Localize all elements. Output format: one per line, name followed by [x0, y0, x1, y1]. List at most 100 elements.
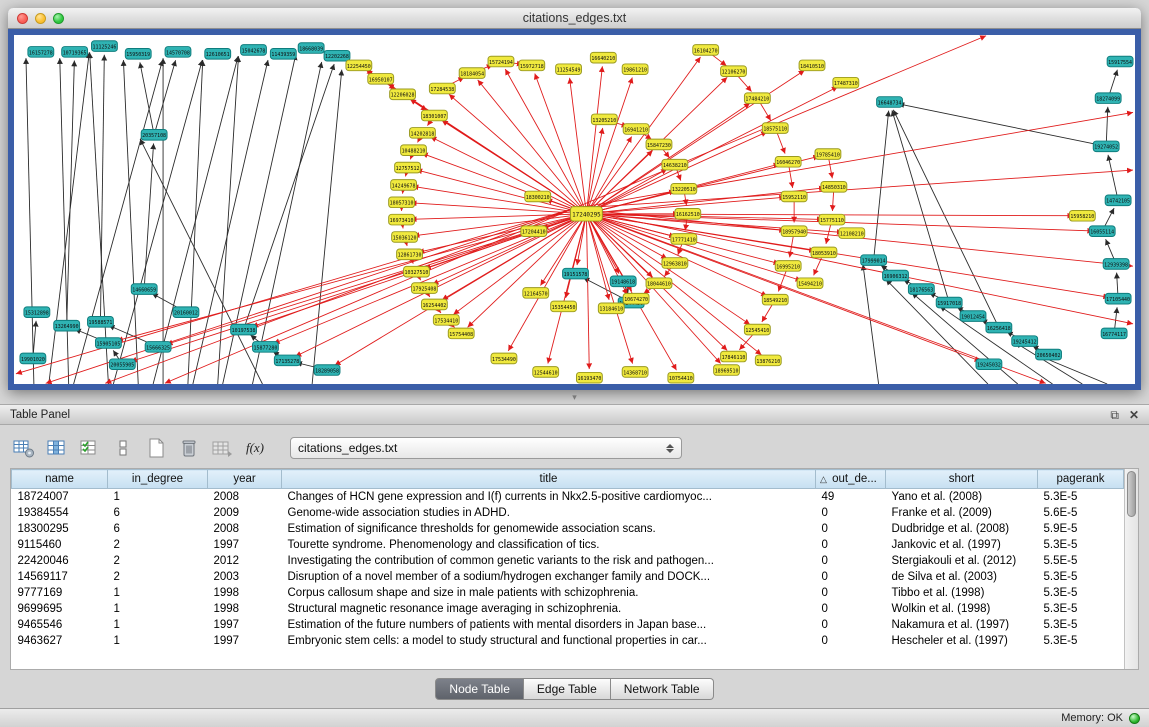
row-mode-button[interactable]	[111, 436, 135, 460]
graph-node[interactable]: 15972718	[519, 60, 545, 71]
graph-node[interactable]: 14638210	[662, 159, 688, 170]
graph-node[interactable]: 19245032	[976, 359, 1002, 370]
graph-node[interactable]: 17534410	[433, 315, 459, 326]
graph-node[interactable]: 15905105	[95, 338, 121, 349]
table-row[interactable]: 911546021997Tourette syndrome. Phenomeno…	[12, 537, 1124, 553]
graph-node[interactable]: 15666325	[145, 342, 171, 353]
graph-node[interactable]: 11254549	[556, 64, 582, 75]
graph-node[interactable]: 13205210	[591, 114, 617, 125]
graph-node[interactable]: 19274052	[1093, 141, 1119, 152]
graph-node[interactable]: 20650402	[1036, 349, 1062, 360]
close-window-button[interactable]	[17, 13, 28, 24]
graph-node[interactable]: 18274099	[1095, 93, 1121, 104]
network-window-titlebar[interactable]: citations_edges.txt	[8, 8, 1141, 29]
graph-node[interactable]: 16162510	[675, 209, 701, 220]
graph-node[interactable]: 15877280	[253, 342, 279, 353]
graph-node[interactable]: 18668039	[298, 43, 324, 54]
graph-node[interactable]: 16906312	[883, 270, 909, 281]
tab-node-table[interactable]: Node Table	[435, 678, 524, 700]
graph-node[interactable]: 12545410	[744, 324, 770, 335]
graph-node[interactable]: 16256418	[986, 322, 1012, 333]
table-row[interactable]: 1830029562008Estimation of significance …	[12, 521, 1124, 537]
column-header-in_degree[interactable]: in_degree	[108, 470, 208, 489]
graph-node[interactable]: 11125246	[92, 41, 118, 52]
divider-grip-icon[interactable]: ▾	[572, 392, 577, 403]
graph-node[interactable]: 13264990	[54, 320, 80, 331]
graph-node[interactable]: 18176563	[908, 284, 934, 295]
graph-node[interactable]: 17204410	[521, 226, 547, 237]
graph-node[interactable]: 17925408	[412, 283, 438, 294]
graph-node[interactable]: 19901020	[20, 353, 46, 364]
graph-node[interactable]: 15036120	[392, 232, 418, 243]
graph-node[interactable]: 12106270	[721, 66, 747, 77]
graph-node[interactable]: 14202818	[410, 128, 436, 139]
graph-node[interactable]: 17284538	[429, 83, 455, 94]
graph-node[interactable]: 15775110	[819, 214, 845, 225]
graph-node[interactable]: 15917554	[1107, 56, 1133, 67]
graph-node[interactable]: 12610651	[205, 48, 231, 59]
graph-node[interactable]: 12164570	[523, 288, 549, 299]
graph-node[interactable]: 18289058	[314, 365, 340, 376]
graph-node[interactable]: 20055905	[109, 359, 135, 370]
graph-node[interactable]: 15354450	[551, 301, 577, 312]
graph-node[interactable]: 18184054	[459, 68, 485, 79]
column-header-name[interactable]: name	[12, 470, 108, 489]
table-scrollbar[interactable]	[1124, 469, 1138, 669]
table-row[interactable]: 1456911722003Disruption of a novel membe…	[12, 569, 1124, 585]
graph-node[interactable]: 11439359	[270, 48, 296, 59]
import-table-button[interactable]	[210, 436, 234, 460]
graph-node[interactable]: 20160012	[173, 307, 199, 318]
graph-node[interactable]: 10754410	[668, 372, 694, 383]
graph-node[interactable]: 19861210	[622, 64, 648, 75]
graph-node[interactable]: 18957940	[781, 226, 807, 237]
graph-node[interactable]: 19148618	[610, 276, 636, 287]
graph-node[interactable]: 12206028	[390, 89, 416, 100]
graph-node[interactable]: 17771410	[671, 234, 697, 245]
column-header-title[interactable]: title	[282, 470, 816, 489]
graph-node[interactable]: 12202268	[324, 50, 350, 61]
graph-node[interactable]: 10488210	[401, 145, 427, 156]
graph-node[interactable]: 10327510	[404, 266, 430, 277]
graph-node[interactable]: 16941210	[623, 124, 649, 135]
graph-node[interactable]: 16157278	[28, 47, 54, 58]
network-canvas[interactable]: 1615727810719365111252461595031914570708…	[14, 35, 1135, 384]
graph-node[interactable]: 18053910	[811, 247, 837, 258]
graph-node[interactable]: 17846110	[721, 351, 747, 362]
graph-node[interactable]: 15042678	[241, 45, 267, 56]
column-header-year[interactable]: year	[208, 470, 282, 489]
graph-node[interactable]: 14850310	[821, 182, 847, 193]
graph-node[interactable]: 19151578	[563, 268, 589, 279]
graph-node[interactable]: 16046270	[775, 156, 801, 167]
column-header-out_de[interactable]: △ out_de...	[816, 470, 886, 489]
table-row[interactable]: 977716911998Corpus callosum shape and si…	[12, 585, 1124, 601]
table-mode-button[interactable]	[12, 436, 36, 460]
graph-node[interactable]: 17487310	[833, 77, 859, 88]
graph-node[interactable]: 15724194	[488, 56, 514, 67]
graph-node[interactable]: 18549210	[762, 294, 788, 305]
graph-node[interactable]: 16640210	[590, 52, 616, 63]
graph-node[interactable]: 17999014	[861, 255, 887, 266]
graph-node[interactable]: 15494210	[797, 278, 823, 289]
graph-node[interactable]: 14742105	[1105, 195, 1131, 206]
graph-node[interactable]: 14368710	[622, 367, 648, 378]
graph-node[interactable]: 15952110	[781, 191, 807, 202]
graph-node[interactable]: 12757512	[395, 162, 421, 173]
graph-node[interactable]: 18410510	[799, 60, 825, 71]
graph-node[interactable]: 19012454	[960, 311, 986, 322]
graph-node[interactable]: 13220510	[671, 183, 697, 194]
graph-hub-node[interactable]: 17240295	[571, 207, 603, 221]
column-header-short[interactable]: short	[886, 470, 1038, 489]
graph-node[interactable]: 19245412	[1012, 336, 1038, 347]
function-builder-button[interactable]: f(x)	[243, 436, 267, 460]
graph-node[interactable]: 17135278	[274, 355, 300, 366]
zoom-window-button[interactable]	[53, 13, 64, 24]
graph-node[interactable]: 10674270	[623, 293, 649, 304]
table-row[interactable]: 1872400712008Changes of HCN gene express…	[12, 489, 1124, 505]
graph-node[interactable]: 15847230	[646, 139, 672, 150]
graph-node[interactable]: 18057310	[389, 197, 415, 208]
graph-node[interactable]: 18301007	[421, 110, 447, 121]
graph-node[interactable]: 15754408	[448, 328, 474, 339]
graph-node[interactable]: 15958210	[1069, 210, 1095, 221]
column-header-pagerank[interactable]: pagerank	[1038, 470, 1124, 489]
panel-divider[interactable]: ▾	[0, 390, 1149, 404]
